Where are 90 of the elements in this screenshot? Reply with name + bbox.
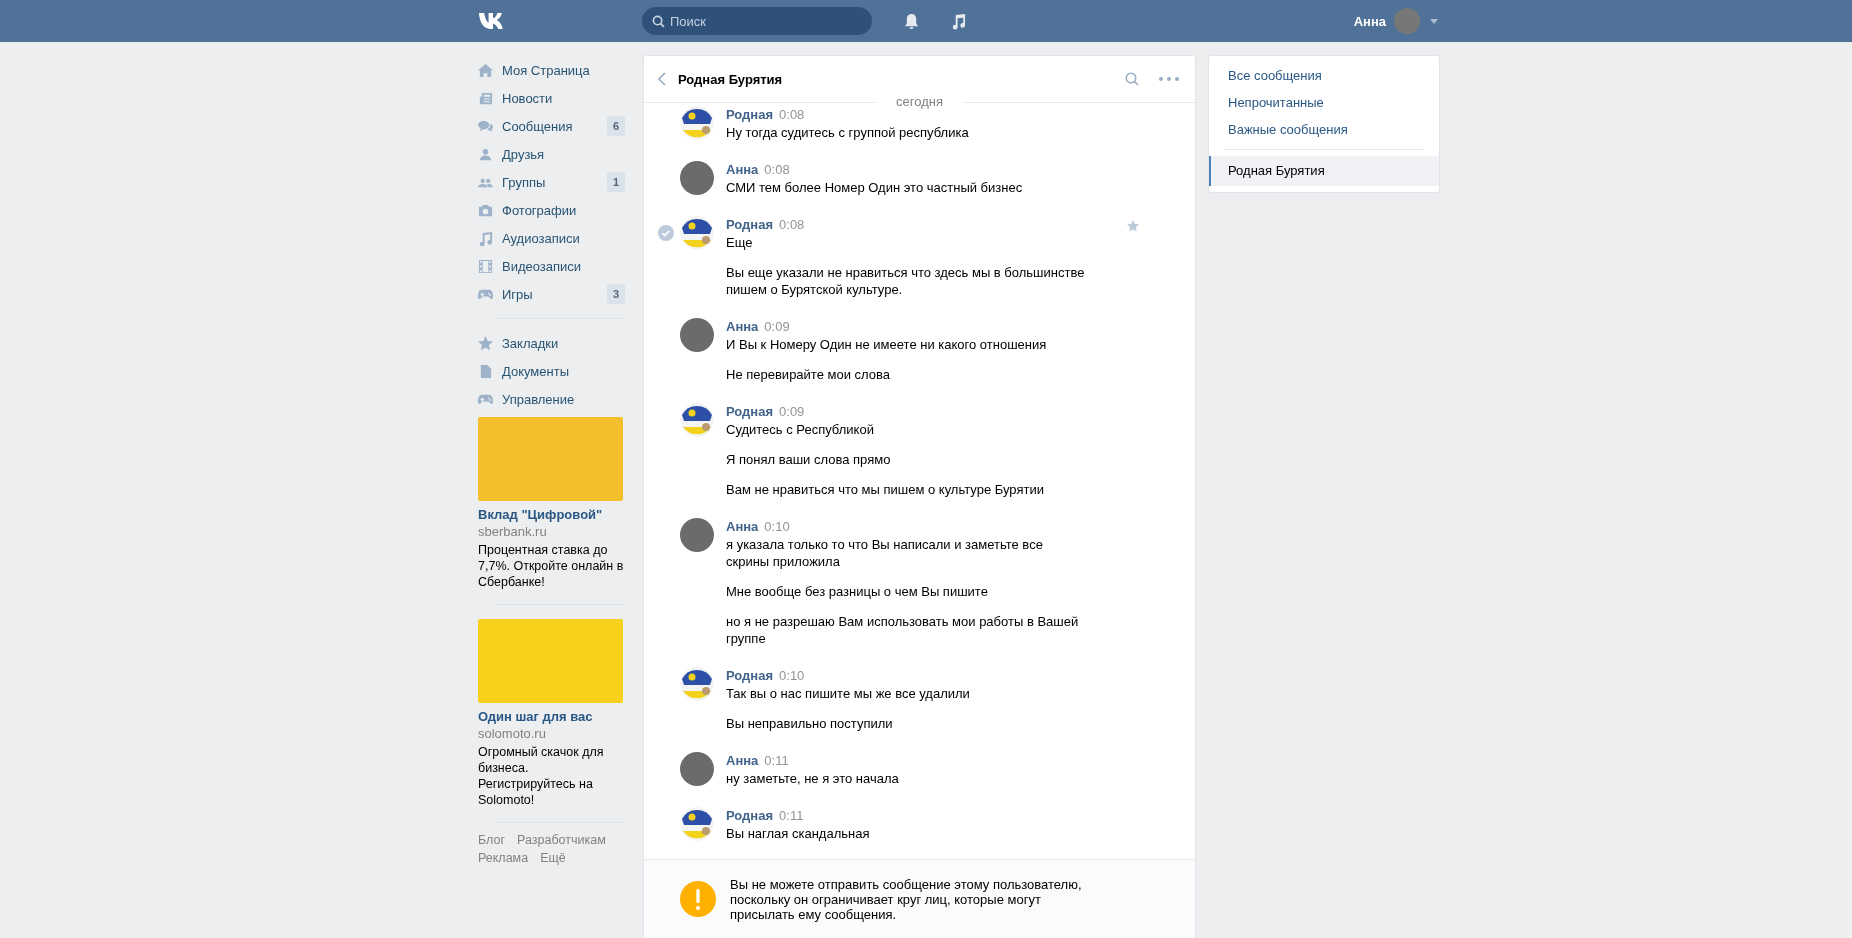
message-text: я указала только то что Вы написали и заметьте все скрины приложила xyxy=(726,536,1044,570)
message-time: 0:08 xyxy=(779,217,805,232)
author-name-link[interactable]: Анна xyxy=(726,162,759,177)
sidebar-item[interactable]: Друзья xyxy=(478,140,625,168)
author-name-link[interactable]: Родная xyxy=(726,107,774,122)
person-icon xyxy=(478,146,493,162)
author-name-link[interactable]: Родная xyxy=(726,808,774,823)
sidebar-item[interactable]: Сообщения 6 xyxy=(478,112,625,140)
sidebar-item[interactable]: Моя Страница xyxy=(478,56,625,84)
note-icon xyxy=(478,230,493,246)
sidebar-item[interactable]: Закладки xyxy=(478,329,625,357)
message-text: Вы наглая скандальная xyxy=(726,825,871,842)
sidebar-item[interactable]: Видеозаписи xyxy=(478,252,625,280)
chat-icon xyxy=(478,118,493,134)
message-text: Не перевирайте мои слова xyxy=(726,366,891,383)
checkmark-icon[interactable] xyxy=(658,225,674,241)
group-avatar-drawing[interactable] xyxy=(680,807,714,841)
message-text: Судитесь с Республикой xyxy=(726,421,875,438)
ad-description: Огромный скачок для бизнеса. Регистрируйтесь на Solomoto! xyxy=(478,744,605,808)
message-time: 0:10 xyxy=(779,668,805,683)
star-icon[interactable] xyxy=(1127,220,1139,232)
message-text: И Вы к Номеру Один не имеете ни какого отношения xyxy=(726,336,1048,353)
notice-text: Вы не можете отправить сообщение этому пользователю, поскольку он ограничивает круг лиц, которые могут присылать ему сообщения. xyxy=(730,876,1083,922)
film-icon xyxy=(478,258,493,274)
more-options-icon[interactable] xyxy=(1159,77,1179,81)
group-avatar-drawing[interactable] xyxy=(680,403,714,437)
message-text: но я не разрешаю Вам использовать мои работы в Вашей группе xyxy=(726,613,1080,647)
chat-title: Родная Бурятия xyxy=(678,71,783,87)
unread-counter: 3 xyxy=(606,284,625,304)
filter-item[interactable]: Все сообщения xyxy=(1209,62,1439,89)
search-icon xyxy=(652,15,665,28)
author-name-link[interactable]: Анна xyxy=(726,753,759,768)
home-icon xyxy=(478,62,493,78)
author-name-link[interactable]: Родная xyxy=(726,668,774,683)
message-text: Вы неправильно поступили xyxy=(726,715,894,732)
message-time: 0:08 xyxy=(779,107,805,122)
message-time: 0:11 xyxy=(764,753,789,768)
user-avatar[interactable] xyxy=(680,752,714,786)
warning-icon xyxy=(680,881,716,917)
sidebar-item[interactable]: Аудиозаписи xyxy=(478,224,625,252)
ad-title-link[interactable]: Один шаг для вас xyxy=(478,709,625,724)
message-time: 0:10 xyxy=(764,519,790,534)
search-icon[interactable] xyxy=(1125,72,1139,86)
message-time: 0:08 xyxy=(764,162,790,177)
filter-item[interactable]: Родная Бурятия xyxy=(1209,156,1439,186)
sidebar-item[interactable]: Управление xyxy=(478,385,625,413)
message-text: Мне вообще без разницы о чем Вы пишите xyxy=(726,583,989,600)
message-text: Вы еще указали не нравиться что здесь мы в большинстве пишем о Бурятской культуре. xyxy=(726,264,1086,298)
message-text: Так вы о нас пишите мы же все удалили xyxy=(726,685,971,702)
ad-domain: sberbank.ru xyxy=(478,524,548,539)
author-name-link[interactable]: Анна xyxy=(726,519,759,534)
ad-domain: solomoto.ru xyxy=(478,726,547,741)
filter-item[interactable]: Важные сообщения xyxy=(1209,116,1439,143)
user-avatar[interactable] xyxy=(680,318,714,352)
user-avatar[interactable] xyxy=(680,161,714,195)
unread-counter: 6 xyxy=(606,116,625,136)
message-text: СМИ тем более Номер Один это частный бизнес xyxy=(726,179,1024,196)
message-time: 0:09 xyxy=(779,404,805,419)
message-text: ну заметьте, не я это начала xyxy=(726,770,900,787)
group-avatar-drawing[interactable] xyxy=(680,106,714,140)
ad-description: Процентная ставка до 7,7%. Откройте онлайн в Сбербанке! xyxy=(478,542,625,590)
music-note-icon[interactable] xyxy=(951,12,966,30)
group-avatar-drawing[interactable] xyxy=(680,216,714,250)
author-name-link[interactable]: Анна xyxy=(726,319,759,334)
caret-icon[interactable] xyxy=(1430,18,1438,24)
message-text: Я понял ваши слова прямо xyxy=(726,451,892,468)
sidebar-item[interactable]: Группы 1 xyxy=(478,168,625,196)
doc-icon xyxy=(478,363,493,379)
user-name[interactable]: Анна xyxy=(1353,13,1386,29)
author-name-link[interactable]: Родная xyxy=(726,404,774,419)
group-avatar-drawing[interactable] xyxy=(680,667,714,701)
author-name-link[interactable]: Родная xyxy=(726,217,774,232)
sidebar-item[interactable]: Игры 3 xyxy=(478,280,625,308)
message-time: 0:11 xyxy=(779,808,804,823)
camera-icon xyxy=(478,202,493,218)
message-time: 0:09 xyxy=(764,319,790,334)
sidebar-item[interactable]: Документы xyxy=(478,357,625,385)
star-icon xyxy=(478,335,493,351)
sidebar-item[interactable]: Новости xyxy=(478,84,625,112)
ad-title-link[interactable]: Вклад "Цифровой" xyxy=(478,507,625,522)
message-text: Вам не нравиться что мы пишем о культуре Бурятии xyxy=(726,481,1045,498)
sidebar-item[interactable]: Фотографии xyxy=(478,196,625,224)
message-text: Ну тогда судитесь с группой республика xyxy=(726,124,970,141)
filter-item[interactable]: Непрочитанные xyxy=(1209,89,1439,116)
news-icon xyxy=(478,90,493,106)
bell-icon[interactable] xyxy=(904,12,919,30)
user-avatar[interactable] xyxy=(680,518,714,552)
unread-counter: 1 xyxy=(606,172,625,192)
message-text: Еще xyxy=(726,234,754,251)
search-field[interactable]: Поиск xyxy=(642,7,872,35)
